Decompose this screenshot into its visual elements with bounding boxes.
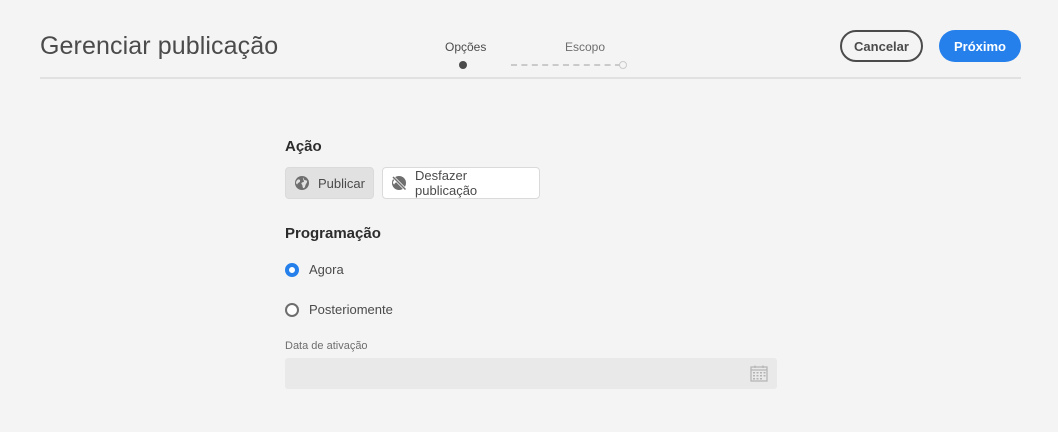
step-label-scope: Escopo: [565, 40, 606, 54]
radio-now-label: Agora: [309, 262, 344, 277]
schedule-section-title: Programação: [285, 225, 381, 242]
radio-checked-icon[interactable]: [285, 262, 299, 277]
page-title: Gerenciar publicação: [40, 32, 279, 60]
wizard-stepper: Opções Escopo: [440, 40, 627, 70]
publish-button-label: Publicar: [318, 175, 365, 191]
calendar-icon[interactable]: [750, 365, 768, 382]
step-dot-inactive: [619, 61, 627, 69]
activation-date-field[interactable]: [285, 358, 777, 389]
activation-date-input[interactable]: [285, 358, 777, 389]
cancel-button[interactable]: Cancelar: [840, 30, 923, 62]
page-header: Gerenciar publicação Opções Escopo Cance…: [40, 0, 1021, 79]
radio-now[interactable]: Agora: [285, 262, 344, 277]
unpublish-button-label: Desfazer publicação: [415, 168, 478, 198]
publish-button[interactable]: Publicar: [285, 167, 374, 199]
next-button[interactable]: Próximo: [939, 30, 1021, 62]
action-section-title: Ação: [285, 138, 322, 155]
globe-icon: [294, 175, 310, 191]
unpublish-button[interactable]: Desfazer publicação: [382, 167, 540, 199]
step-dot-active: [459, 61, 467, 69]
globe-off-icon: [391, 175, 407, 191]
radio-later-label: Posteriomente: [309, 302, 393, 317]
step-label-options: Opções: [445, 40, 487, 54]
step-connector: [511, 64, 621, 66]
radio-unchecked-icon[interactable]: [285, 302, 299, 317]
activation-date-label: Data de ativação: [285, 340, 368, 352]
radio-later[interactable]: Posteriomente: [285, 302, 393, 317]
